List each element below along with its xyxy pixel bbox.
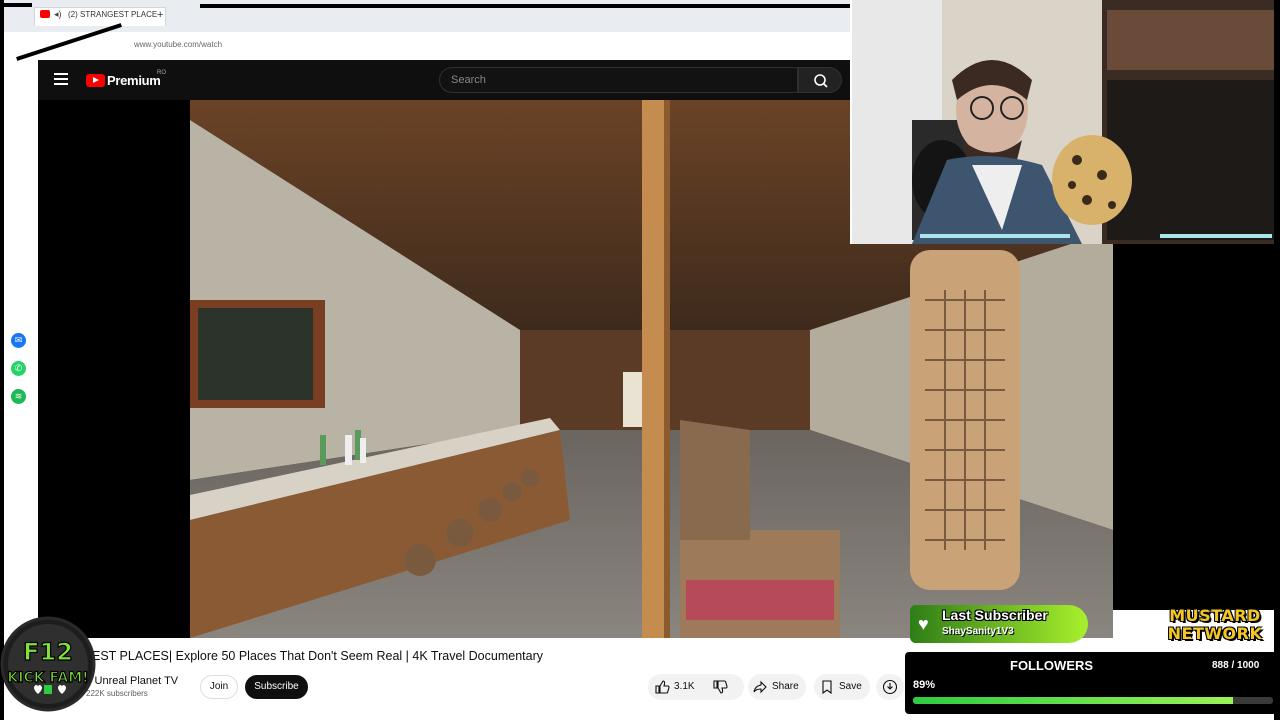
webcam-frame-accent-right — [1160, 234, 1272, 238]
url-text[interactable]: www.youtube.com/watch — [134, 40, 222, 49]
more-actions-button[interactable] — [876, 674, 904, 700]
messenger-icon[interactable]: ✉ — [11, 333, 26, 348]
followers-progress-fill — [913, 697, 1234, 704]
subscribe-button[interactable]: Subscribe — [245, 675, 308, 699]
last-subscriber-title: Last Subscriber — [942, 607, 1048, 623]
whatsapp-icon[interactable]: ✆ — [11, 361, 26, 376]
search-button[interactable] — [798, 67, 842, 93]
like-icon[interactable] — [654, 679, 670, 695]
hamburger-menu-icon[interactable] — [54, 73, 68, 85]
youtube-favicon-icon — [40, 10, 50, 18]
search-input[interactable]: Search — [439, 67, 798, 93]
frame-line — [200, 4, 850, 8]
network-line1: MUSTARD — [1169, 606, 1261, 625]
frame-line — [0, 3, 32, 7]
webcam-image — [852, 0, 1280, 244]
streamer-webcam — [850, 0, 1280, 244]
kick-fam-badge: F12 KICK FAM! — [0, 606, 100, 720]
share-button[interactable]: Share — [748, 674, 806, 700]
youtube-logo-icon[interactable] — [86, 74, 105, 87]
player-side-area — [1113, 240, 1280, 610]
address-bar[interactable] — [0, 32, 850, 60]
join-button[interactable]: Join — [200, 675, 238, 699]
video-title: EST PLACES| Explore 50 Places That Don't… — [92, 649, 543, 663]
share-icon — [752, 679, 768, 695]
followers-count: 888 / 1000 — [1212, 660, 1260, 671]
youtube-premium-label[interactable]: Premium — [107, 73, 161, 88]
last-subscriber-name: ShaySanity1V3 — [942, 626, 1014, 637]
badge-line1: F12 — [23, 638, 73, 666]
like-count[interactable]: 3.1K — [674, 674, 695, 700]
region-code: RO — [157, 70, 166, 76]
new-tab-icon[interactable]: + — [157, 9, 167, 21]
followers-percent: 89% — [913, 679, 936, 691]
search-icon — [814, 74, 828, 88]
followers-progress-track — [913, 697, 1273, 704]
share-label: Share — [772, 681, 799, 692]
heart-icon: ♥ — [918, 614, 929, 634]
network-line2: NETWORK — [1167, 624, 1263, 643]
download-icon — [882, 679, 898, 695]
followers-title: FOLLOWERS — [1010, 658, 1094, 673]
tab-title: (2) STRANGEST PLACE — [68, 10, 158, 19]
dislike-icon[interactable] — [712, 679, 728, 695]
save-label: Save — [839, 681, 862, 692]
like-dislike-group: 3.1K — [648, 674, 744, 700]
badge-line2: KICK FAM! — [7, 670, 88, 686]
spotify-icon[interactable]: ≋ — [11, 389, 26, 404]
bookmark-icon — [819, 679, 835, 695]
speaker-icon[interactable]: ◂) — [54, 9, 64, 19]
webcam-frame-accent — [920, 234, 1070, 238]
mustard-network-logo: MUSTARD NETWORK — [1155, 606, 1275, 644]
save-button[interactable]: Save — [814, 674, 870, 700]
